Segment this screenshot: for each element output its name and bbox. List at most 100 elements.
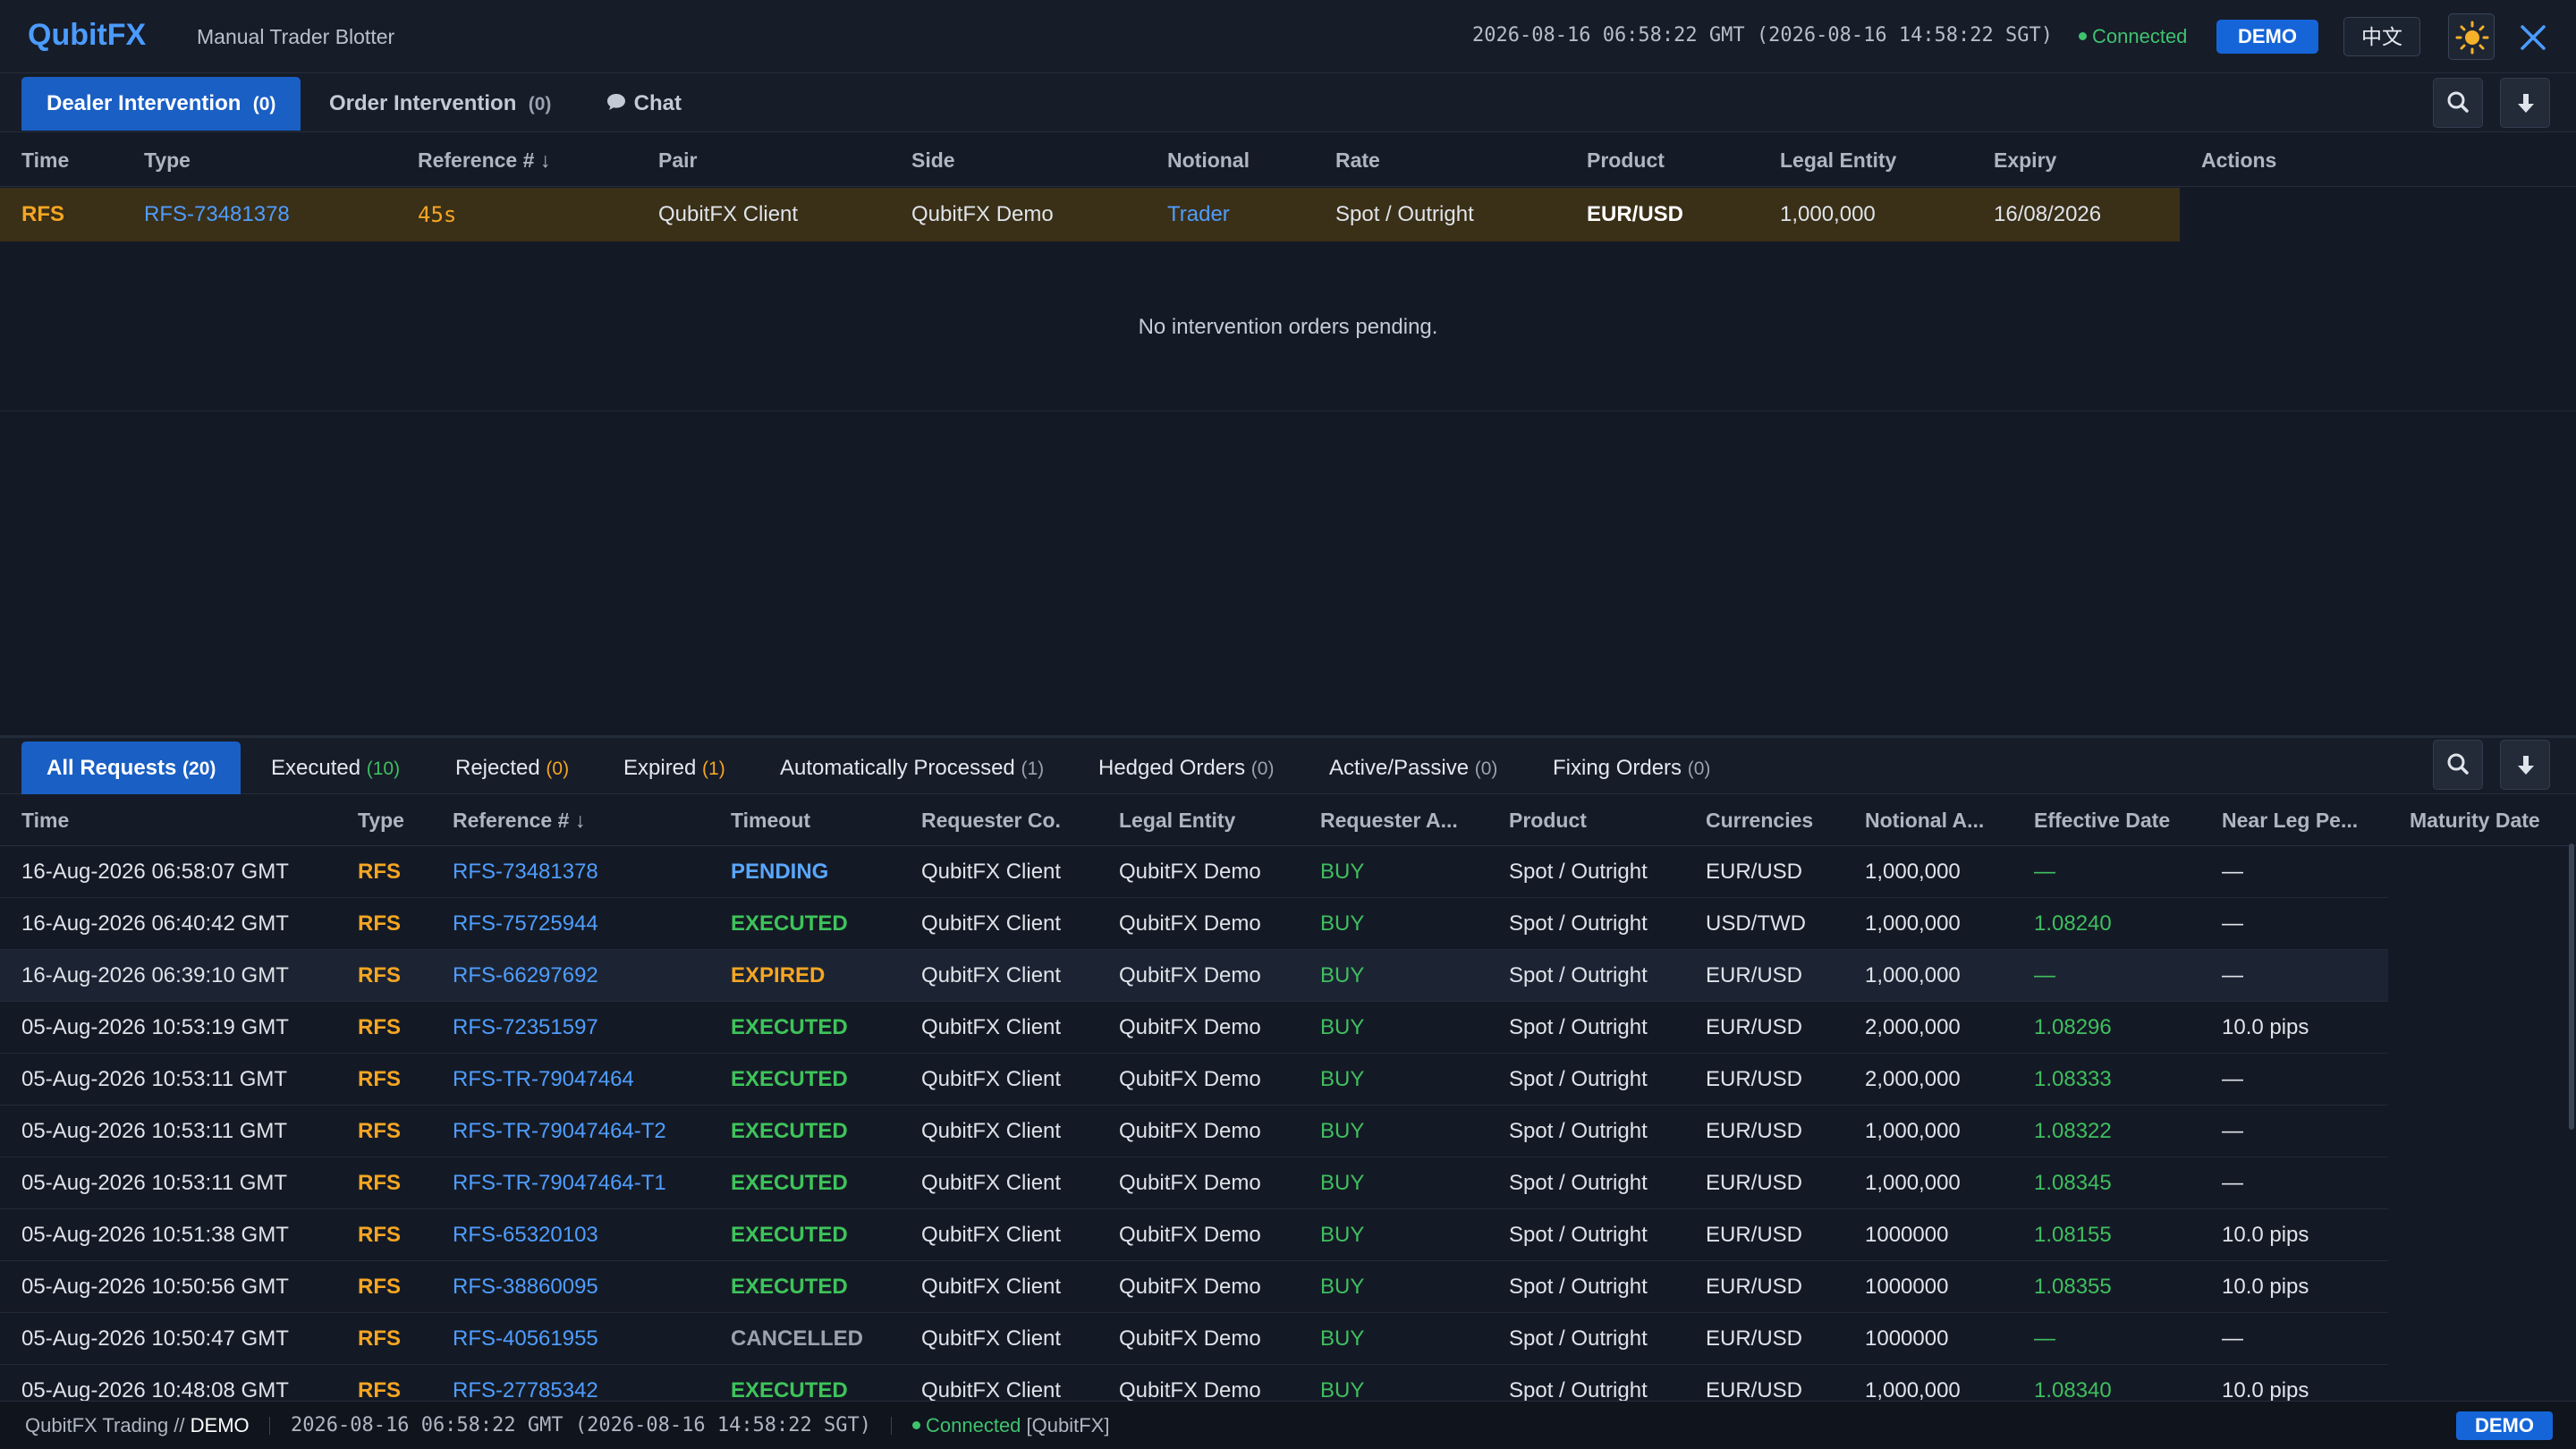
col-legal-entity[interactable]: Legal Entity	[1780, 133, 1896, 187]
tab-automatically-processed[interactable]: Automatically Processed (1)	[780, 741, 1044, 795]
search-button[interactable]	[2433, 78, 2483, 128]
cell-currencies: EUR/USD	[1706, 1015, 1803, 1039]
requests-download-button[interactable]	[2500, 740, 2550, 790]
row-type-link[interactable]: RFS-73481378	[144, 188, 290, 242]
table-scrollbar[interactable]	[2569, 843, 2574, 1130]
cell-near-leg: —	[2222, 860, 2243, 884]
download-button[interactable]	[2500, 78, 2550, 128]
intervention-tabbar: Dealer Intervention (0) Order Interventi…	[0, 73, 2576, 132]
close-icon	[2521, 25, 2546, 50]
close-button[interactable]	[2512, 16, 2555, 59]
col-effective-date[interactable]: Effective Date	[2034, 794, 2170, 846]
cell-action: BUY	[1320, 1015, 1365, 1039]
tab-fixing-orders[interactable]: Fixing Orders (0)	[1553, 741, 1710, 795]
col-timeout[interactable]: Timeout	[731, 794, 810, 846]
cell-near-leg: —	[2222, 1067, 2243, 1091]
tab-order-intervention[interactable]: Order Intervention (0)	[329, 77, 551, 131]
table-row[interactable]: 05-Aug-2026 10:53:11 GMT RFS RFS-TR-790474…	[0, 1157, 2388, 1209]
cell-legal-entity: QubitFX Demo	[1119, 1326, 1261, 1351]
col-time[interactable]: Time	[21, 794, 69, 846]
table-row[interactable]: 05-Aug-2026 10:53:11 GMT RFS RFS-TR-790474…	[0, 1054, 2388, 1106]
col-legal-entity[interactable]: Legal Entity	[1119, 794, 1235, 846]
cell-reference-link[interactable]: RFS-75725944	[453, 898, 598, 950]
cell-notional: 2,000,000	[1865, 1015, 1961, 1039]
col-requester-co[interactable]: Requester Co.	[921, 794, 1061, 846]
row-countdown: 45s	[418, 202, 457, 227]
table-row[interactable]: 05-Aug-2026 10:51:38 GMT RFS RFS-65320103 E…	[0, 1209, 2388, 1261]
tab-rejected[interactable]: Rejected (0)	[455, 741, 569, 795]
cell-reference-link[interactable]: RFS-66297692	[453, 950, 598, 1002]
cell-action: BUY	[1320, 1223, 1365, 1247]
cell-reference-link[interactable]: RFS-72351597	[453, 1002, 598, 1054]
tab-expired[interactable]: Expired (1)	[623, 741, 725, 795]
col-type[interactable]: Type	[144, 133, 191, 187]
col-product[interactable]: Product	[1587, 133, 1665, 187]
table-row[interactable]: 16-Aug-2026 06:40:42 GMT RFS RFS-75725944 E…	[0, 898, 2388, 950]
language-button[interactable]: 中文	[2343, 17, 2420, 56]
cell-product: Spot / Outright	[1509, 911, 1648, 936]
cell-action: BUY	[1320, 1275, 1365, 1299]
col-maturity-date[interactable]: Maturity Date	[2410, 794, 2540, 846]
row-notional-link[interactable]: Trader	[1167, 188, 1230, 242]
connection-status: Connected	[2079, 25, 2187, 48]
table-row[interactable]: 05-Aug-2026 10:50:56 GMT RFS RFS-38860095 E…	[0, 1261, 2388, 1313]
cell-near-leg: 10.0 pips	[2222, 1015, 2309, 1039]
table-row[interactable]: 16-Aug-2026 06:39:10 GMT RFS RFS-66297692 E…	[0, 950, 2388, 1002]
cell-status: EXECUTED	[731, 1223, 848, 1247]
cell-effective: —	[2034, 963, 2055, 987]
col-side[interactable]: Side	[911, 133, 955, 187]
cell-legal-entity: QubitFX Demo	[1119, 1275, 1261, 1299]
tab-hedged-orders[interactable]: Hedged Orders (0)	[1098, 741, 1274, 795]
requests-table-header: Time Type Reference # ↓ Timeout Requeste…	[0, 794, 2576, 846]
table-row[interactable]: 05-Aug-2026 10:50:47 GMT RFS RFS-40561955 C…	[0, 1313, 2388, 1365]
col-notional-amount[interactable]: Notional A...	[1865, 794, 1984, 846]
cell-time: 16-Aug-2026 06:39:10 GMT	[21, 963, 289, 987]
cell-currencies: EUR/USD	[1706, 1223, 1803, 1247]
cell-product: Spot / Outright	[1509, 1119, 1648, 1143]
tab-active-passive[interactable]: Active/Passive (0)	[1329, 741, 1497, 795]
col-time[interactable]: Time	[21, 133, 69, 187]
cell-reference-link[interactable]: RFS-40561955	[453, 1313, 598, 1365]
footer-clock: 2026-08-16 06:58:22 GMT (2026-08-16 14:5…	[291, 1414, 872, 1436]
col-reference[interactable]: Reference # ↓	[453, 794, 585, 846]
tab-dealer-intervention[interactable]: Dealer Intervention (0)	[21, 77, 301, 131]
table-row[interactable]: 16-Aug-2026 06:58:07 GMT RFS RFS-73481378 P…	[0, 846, 2388, 898]
table-row[interactable]: 05-Aug-2026 10:53:11 GMT RFS RFS-TR-790474…	[0, 1106, 2388, 1157]
cell-reference-link[interactable]: RFS-65320103	[453, 1209, 598, 1261]
cell-action: BUY	[1320, 860, 1365, 884]
cell-near-leg: 10.0 pips	[2222, 1378, 2309, 1401]
cell-reference-link[interactable]: RFS-TR-79047464-T1	[453, 1157, 666, 1209]
tab-chat[interactable]: Chat	[605, 77, 682, 131]
cell-reference-link[interactable]: RFS-TR-79047464	[453, 1054, 634, 1106]
requests-search-button[interactable]	[2433, 740, 2483, 790]
cell-reference-link[interactable]: RFS-38860095	[453, 1261, 598, 1313]
footer-divider	[269, 1417, 270, 1435]
intervention-row[interactable]: RFS RFS-73481378 45s QubitFX Client Qubi…	[0, 188, 2180, 242]
cell-reference-link[interactable]: RFS-73481378	[453, 846, 598, 898]
cell-reference-link[interactable]: RFS-27785342	[453, 1365, 598, 1401]
cell-type: RFS	[358, 1119, 401, 1143]
table-row[interactable]: 05-Aug-2026 10:48:08 GMT RFS RFS-27785342 E…	[0, 1365, 2388, 1401]
col-currencies[interactable]: Currencies	[1706, 794, 1813, 846]
col-product[interactable]: Product	[1509, 794, 1587, 846]
cell-notional: 1000000	[1865, 1223, 1949, 1247]
col-requester-action[interactable]: Requester A...	[1320, 794, 1458, 846]
col-reference[interactable]: Reference # ↓	[418, 133, 550, 187]
theme-toggle-button[interactable]	[2448, 13, 2495, 60]
cell-reference-link[interactable]: RFS-TR-79047464-T2	[453, 1106, 666, 1157]
cell-effective: 1.08155	[2034, 1223, 2112, 1247]
requests-tabbar: All Requests (20) Executed (10) Rejected…	[0, 738, 2576, 795]
cell-effective: 1.08240	[2034, 911, 2112, 936]
col-near-leg[interactable]: Near Leg Pe...	[2222, 794, 2358, 846]
cell-legal-entity: QubitFX Demo	[1119, 1378, 1261, 1401]
footer-env-badge: DEMO	[2456, 1411, 2553, 1440]
cell-currencies: EUR/USD	[1706, 963, 1803, 987]
tab-executed[interactable]: Executed (10)	[271, 741, 400, 795]
tab-all-requests[interactable]: All Requests (20)	[21, 741, 242, 795]
col-notional[interactable]: Notional	[1167, 133, 1250, 187]
col-rate[interactable]: Rate	[1335, 133, 1380, 187]
col-pair[interactable]: Pair	[658, 133, 697, 187]
col-expiry[interactable]: Expiry	[1994, 133, 2056, 187]
col-type[interactable]: Type	[358, 794, 404, 846]
table-row[interactable]: 05-Aug-2026 10:53:19 GMT RFS RFS-72351597 E…	[0, 1002, 2388, 1054]
